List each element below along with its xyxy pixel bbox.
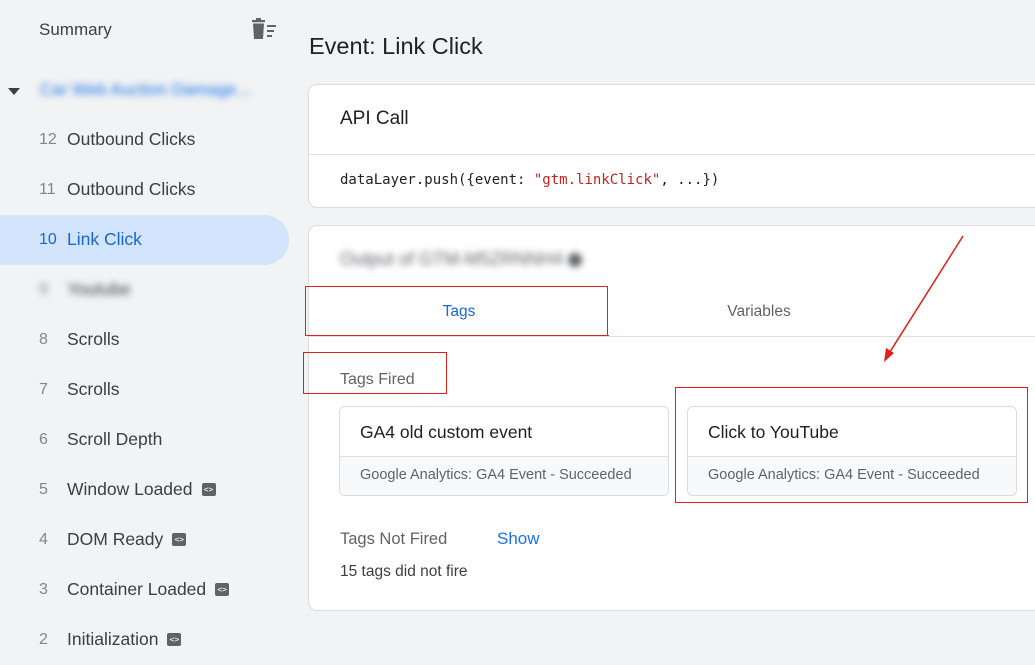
event-number: 4 (39, 531, 48, 548)
tags-not-fired-count: 15 tags did not fire (340, 563, 468, 580)
event-label-text: Youtube (67, 279, 131, 299)
sidebar-event-item[interactable]: 4 DOM Ready <> (0, 515, 289, 565)
divider (309, 154, 1035, 155)
event-label-text: Initialization (67, 629, 159, 649)
event-number: 5 (39, 481, 48, 498)
event-label-text: Scrolls (67, 379, 120, 399)
event-label: Youtube (67, 279, 131, 300)
event-number: 3 (39, 581, 48, 598)
clear-trash-icon[interactable] (250, 18, 278, 42)
api-call-card: API Call dataLayer.push({event: "gtm.lin… (308, 84, 1035, 208)
event-label: Window Loaded <> (67, 479, 216, 500)
show-not-fired-link[interactable]: Show (497, 529, 540, 549)
tabs-divider (309, 336, 1035, 337)
container-name: Car Web Auction Damage... (40, 80, 251, 99)
tag-footer: Google Analytics: GA4 Event - Succeeded (340, 456, 668, 495)
event-number: 9 (39, 281, 48, 298)
sidebar-event-item[interactable]: 12 Outbound Clicks (0, 115, 289, 165)
event-label-text: Link Click (67, 229, 142, 249)
event-label-text: Outbound Clicks (67, 129, 196, 149)
sidebar-event-item[interactable]: 3 Container Loaded <> (0, 565, 289, 615)
event-label: Scroll Depth (67, 429, 162, 450)
event-number: 8 (39, 331, 48, 348)
event-label: Outbound Clicks (67, 129, 195, 150)
tab-tags[interactable]: Tags (309, 288, 609, 337)
event-label: DOM Ready <> (67, 529, 187, 550)
sidebar-event-item[interactable]: 7 Scrolls (0, 365, 289, 415)
sidebar-event-item[interactable]: 6 Scroll Depth (0, 415, 289, 465)
event-number: 6 (39, 431, 48, 448)
event-label-text: Scrolls (67, 329, 120, 349)
sidebar-event-item[interactable]: 8 Scrolls (0, 315, 289, 365)
event-number: 10 (39, 231, 57, 248)
tag-footer: Google Analytics: GA4 Event - Succeeded (688, 456, 1016, 495)
code-badge-icon: <> (201, 482, 216, 496)
tag-name: GA4 old custom event (360, 422, 533, 442)
api-call-header: API Call (340, 108, 409, 129)
output-header: Output of GTM-M5ZRNNH4 (340, 249, 583, 270)
caret-down-icon[interactable] (8, 88, 20, 95)
event-label-text: Outbound Clicks (67, 179, 196, 199)
event-number: 11 (39, 181, 56, 198)
event-label: Scrolls (67, 329, 120, 350)
event-label: Initialization <> (67, 629, 182, 650)
page-title: Event: Link Click (309, 33, 483, 59)
tag-card-click-to-youtube[interactable]: Click to YouTube Google Analytics: GA4 E… (687, 406, 1017, 496)
event-label: Outbound Clicks (67, 179, 195, 200)
event-label: Container Loaded <> (67, 579, 230, 600)
code-badge-icon: <> (172, 532, 187, 546)
code-badge-icon: <> (167, 632, 182, 646)
output-card: Output of GTM-M5ZRNNH4 Tags Variables Ta… (308, 225, 1035, 611)
tag-status: Google Analytics: GA4 Event - Succeeded (708, 467, 980, 483)
code-prefix: dataLayer.push({event: (340, 172, 534, 188)
event-label-text: DOM Ready (67, 529, 164, 549)
tag-name: Click to YouTube (708, 422, 839, 442)
event-number: 7 (39, 381, 48, 398)
tab-variables[interactable]: Variables (609, 288, 909, 336)
event-number: 2 (39, 631, 48, 648)
tag-card-ga4-old-custom-event[interactable]: GA4 old custom event Google Analytics: G… (339, 406, 669, 496)
tag-status: Google Analytics: GA4 Event - Succeeded (360, 467, 632, 483)
event-label-text: Scroll Depth (67, 429, 163, 449)
sidebar: Summary Car Web Auction Damage... 12 Outb… (0, 0, 300, 665)
sidebar-event-item[interactable]: 10 Link Click (0, 215, 289, 265)
sidebar-event-item[interactable]: 2 Initialization <> (0, 615, 289, 665)
sidebar-event-item[interactable]: 11 Outbound Clicks (0, 165, 289, 215)
sidebar-event-item[interactable]: 9 Youtube (0, 265, 289, 315)
api-call-code: dataLayer.push({event: "gtm.linkClick", … (340, 172, 719, 188)
code-badge-icon: <> (215, 582, 230, 596)
code-event-string: "gtm.linkClick" (533, 172, 661, 188)
container-row[interactable]: Car Web Auction Damage... (0, 76, 290, 106)
info-icon (568, 253, 583, 268)
event-label: Scrolls (67, 379, 120, 400)
sidebar-event-item[interactable]: 5 Window Loaded <> (0, 465, 289, 515)
code-suffix: , ...}) (660, 172, 720, 188)
event-number: 12 (39, 131, 57, 148)
event-label: Link Click (67, 229, 142, 250)
event-label-text: Window Loaded (67, 479, 193, 499)
summary-title[interactable]: Summary (39, 20, 112, 40)
tags-not-fired-label: Tags Not Fired (340, 530, 448, 548)
tags-fired-label: Tags Fired (340, 371, 415, 388)
output-header-text: Output of GTM-M5ZRNNH4 (340, 249, 564, 269)
event-label-text: Container Loaded (67, 579, 207, 599)
